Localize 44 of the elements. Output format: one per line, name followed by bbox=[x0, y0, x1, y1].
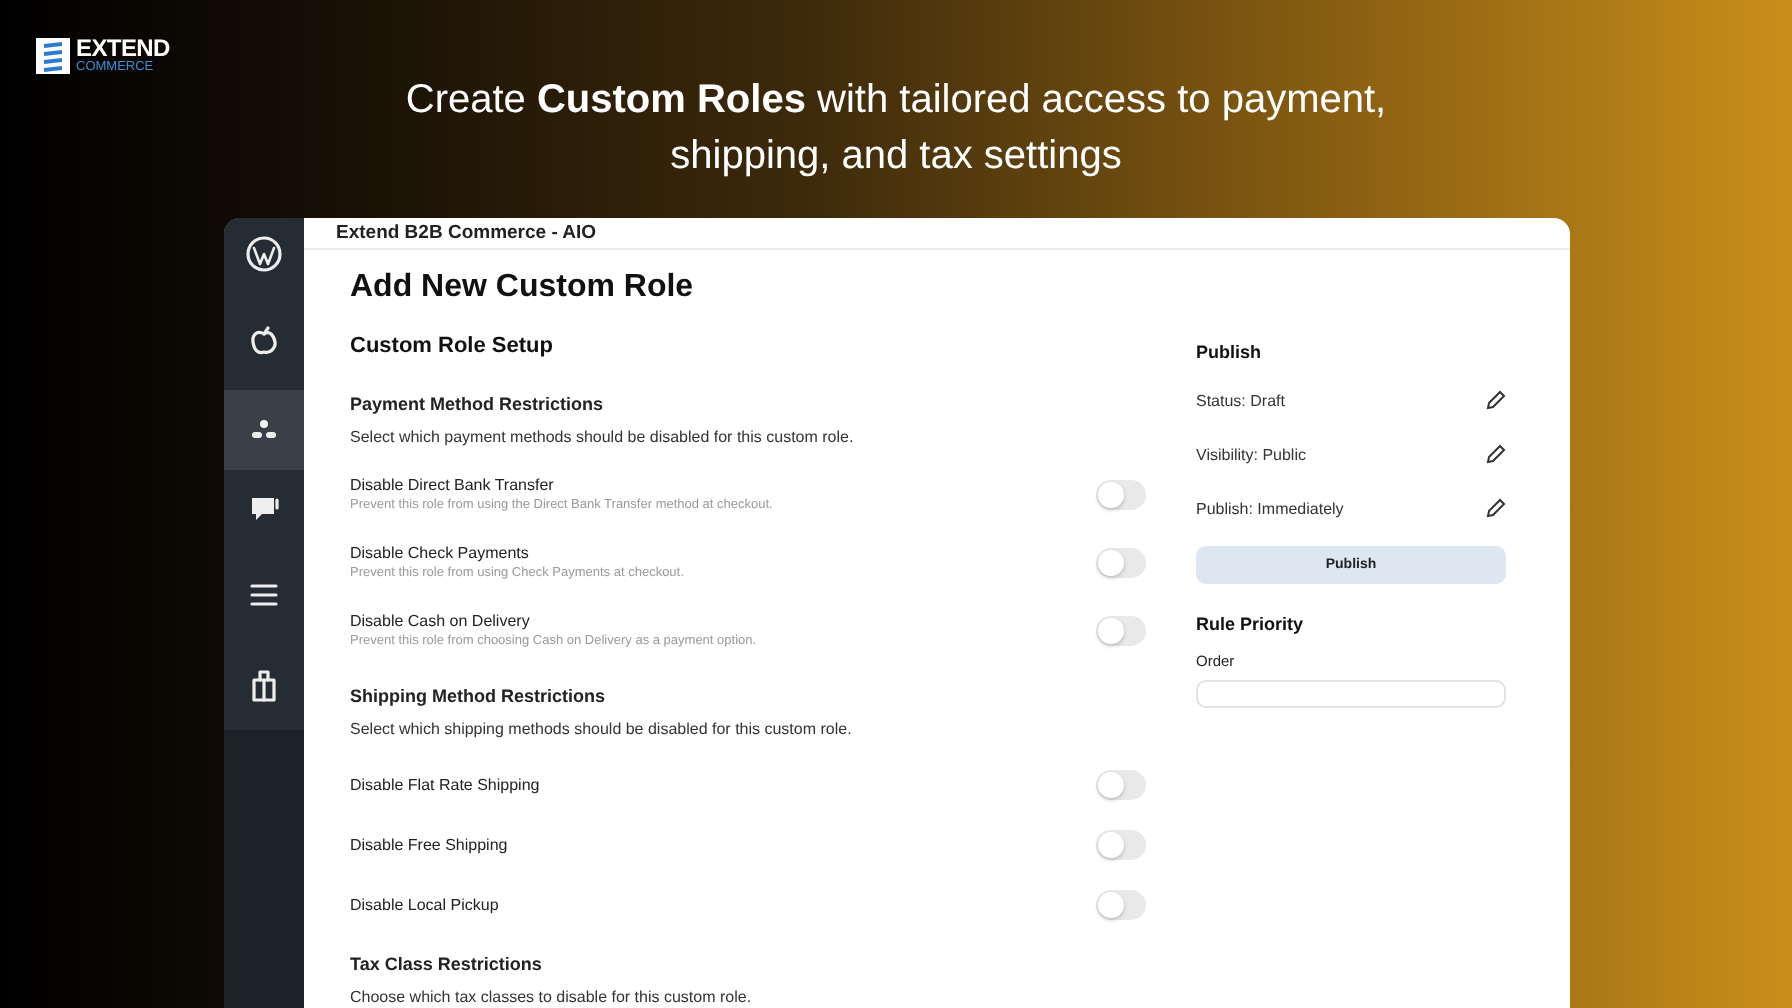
menu-icon bbox=[250, 584, 278, 606]
sidebar-item[interactable] bbox=[224, 218, 304, 290]
publish-field: Publish: Immediately bbox=[1196, 499, 1344, 517]
pencil-icon[interactable] bbox=[1486, 498, 1506, 518]
group-description: Choose which tax classes to disable for this custom role. bbox=[350, 986, 754, 1008]
publish-field: Status: Draft bbox=[1196, 391, 1285, 409]
order-input[interactable] bbox=[1196, 680, 1506, 708]
toggle-switch[interactable] bbox=[1096, 890, 1146, 920]
wordpress-icon bbox=[246, 236, 282, 272]
sidebar-item[interactable] bbox=[224, 470, 304, 550]
group-description: Select which payment methods should be disabled for this custom role. bbox=[350, 426, 856, 448]
group-title: Tax Class Restrictions bbox=[350, 952, 544, 976]
option-label: Disable Direct Bank Transfer bbox=[350, 474, 556, 496]
toggle-switch[interactable] bbox=[1096, 479, 1146, 509]
window-title: Extend B2B Commerce - AIO bbox=[336, 222, 597, 244]
sidebar-item[interactable] bbox=[224, 290, 304, 390]
publish-title: Publish bbox=[1196, 340, 1264, 364]
page-title: Add New Custom Role bbox=[350, 268, 696, 308]
logo-icon bbox=[36, 37, 70, 73]
sidebar-item[interactable] bbox=[224, 640, 304, 730]
group-title: Payment Method Restrictions bbox=[350, 392, 606, 416]
option-label: Disable Flat Rate Shipping bbox=[350, 774, 540, 796]
brand-name: EXTEND bbox=[76, 36, 170, 60]
option-label: Disable Local Pickup bbox=[350, 894, 499, 916]
pencil-icon[interactable] bbox=[1486, 390, 1506, 410]
toggle-switch[interactable] bbox=[1096, 770, 1146, 800]
rule-priority-title: Rule Priority bbox=[1196, 612, 1306, 636]
bag-icon bbox=[252, 669, 276, 701]
users-icon bbox=[250, 418, 278, 442]
publish-field: Visibility: Public bbox=[1196, 445, 1306, 463]
group-description: Select which shipping methods should be disabled for this custom role. bbox=[350, 718, 854, 740]
chat-icon bbox=[249, 496, 279, 524]
toggle-switch[interactable] bbox=[1096, 830, 1146, 860]
toggle-switch[interactable] bbox=[1096, 615, 1146, 645]
sidebar-item[interactable] bbox=[224, 390, 304, 470]
option-label: Disable Free Shipping bbox=[350, 834, 508, 856]
toggle-switch[interactable] bbox=[1096, 547, 1146, 577]
pencil-icon[interactable] bbox=[1486, 444, 1506, 464]
option-label: Disable Cash on Delivery bbox=[350, 610, 532, 632]
section-title: Custom Role Setup bbox=[350, 332, 555, 360]
headline: Create Custom Roles with tailored access to payment, shipping, and tax settings bbox=[403, 76, 1389, 182]
group-title: Shipping Method Restrictions bbox=[350, 684, 607, 708]
apple-icon bbox=[250, 325, 278, 355]
option-label: Disable Check Payments bbox=[350, 542, 531, 564]
